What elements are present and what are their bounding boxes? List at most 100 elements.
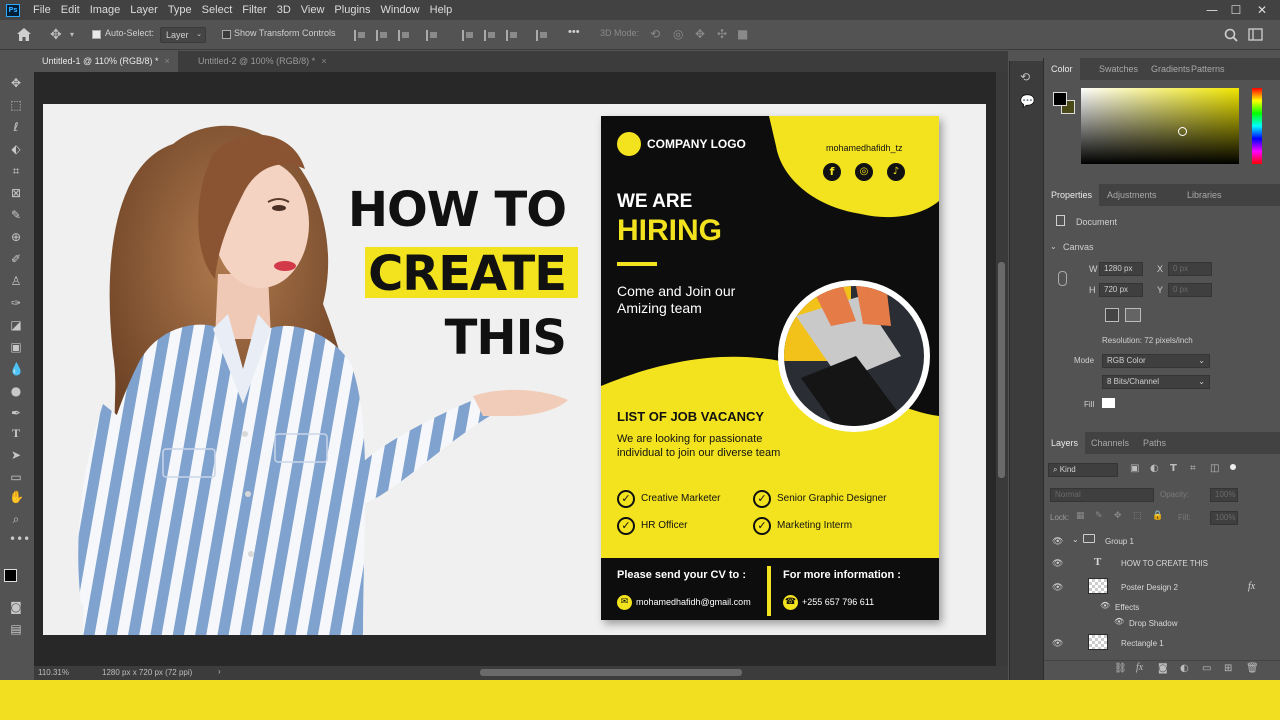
menu-select[interactable]: Select: [197, 4, 238, 16]
tab-layers[interactable]: Layers: [1044, 432, 1086, 454]
collapse-icon[interactable]: ⌄: [1050, 242, 1057, 251]
lock-pixels-icon[interactable]: ✎: [1095, 512, 1103, 521]
blur-tool-icon[interactable]: 💧: [9, 362, 24, 376]
object-select-tool-icon[interactable]: ⬖: [9, 142, 23, 156]
home-icon[interactable]: [16, 27, 32, 42]
type-filter-icon[interactable]: T: [1170, 464, 1177, 474]
3d-slide-icon[interactable]: ✣: [717, 28, 727, 40]
fill-swatch[interactable]: [1102, 398, 1115, 408]
lock-all-icon[interactable]: 🔒: [1152, 512, 1163, 521]
history-brush-icon[interactable]: ✑: [9, 296, 23, 310]
tab-untitled-1[interactable]: Untitled-1 @ 110% (RGB/8) * ×: [34, 51, 178, 72]
shape-filter-icon[interactable]: ⌗: [1190, 464, 1196, 474]
layer-filter-select[interactable]: ⌕ Kind: [1048, 463, 1118, 477]
color-picker-handle[interactable]: [1178, 127, 1187, 136]
effects-eye-icon[interactable]: 👁: [1100, 601, 1110, 610]
filter-toggle-icon[interactable]: [1230, 464, 1236, 470]
tab-paths[interactable]: Paths: [1136, 432, 1173, 454]
chevron-down-icon[interactable]: ⌄: [1072, 535, 1079, 544]
maximize-button[interactable]: ☐: [1222, 0, 1250, 20]
new-group-icon[interactable]: ▭: [1202, 664, 1211, 674]
3d-orbit-icon[interactable]: ⟲: [650, 28, 660, 40]
chevron-down-icon[interactable]: ▾: [70, 31, 74, 39]
frame-tool-icon[interactable]: ⊠: [9, 186, 23, 200]
pixel-filter-icon[interactable]: ▣: [1130, 464, 1139, 474]
menu-layer[interactable]: Layer: [125, 4, 163, 16]
facebook-icon[interactable]: f: [823, 163, 841, 181]
align-middle-icon[interactable]: [484, 30, 496, 41]
x-field[interactable]: 0 px: [1168, 262, 1212, 276]
move-tool-icon[interactable]: ✥: [9, 76, 23, 90]
hiring-poster[interactable]: COMPANY LOGO mohamedhafidh_tz f ◎ ♪ WE A…: [601, 116, 939, 620]
menu-help[interactable]: Help: [425, 4, 458, 16]
zoom-tool-icon[interactable]: ⌕: [9, 512, 23, 526]
add-style-icon[interactable]: fx: [1136, 663, 1143, 673]
tab-properties[interactable]: Properties: [1044, 184, 1100, 206]
horizontal-scroll-thumb[interactable]: [480, 669, 742, 676]
adjustment-filter-icon[interactable]: ◐: [1150, 464, 1159, 474]
close-icon[interactable]: ×: [165, 56, 170, 66]
foreground-color-swatch[interactable]: [1053, 92, 1067, 106]
tab-channels[interactable]: Channels: [1084, 432, 1136, 454]
transform-controls-checkbox[interactable]: [222, 30, 231, 39]
visibility-eye-icon[interactable]: 👁: [1052, 558, 1063, 568]
hand-tool-icon[interactable]: ✋: [9, 490, 24, 504]
path-select-tool-icon[interactable]: ➤: [9, 448, 23, 462]
3d-roll-icon[interactable]: ◎: [673, 28, 683, 40]
eyedropper-tool-icon[interactable]: ✎: [9, 208, 23, 222]
menu-image[interactable]: Image: [85, 4, 126, 16]
smart-object-filter-icon[interactable]: ◫: [1210, 464, 1219, 474]
tab-swatches[interactable]: Swatches: [1092, 58, 1145, 80]
dodge-tool-icon[interactable]: ●: [9, 384, 23, 398]
edit-toolbar-icon[interactable]: •••: [9, 532, 30, 546]
portrait-orientation-icon[interactable]: [1105, 308, 1119, 322]
menu-edit[interactable]: Edit: [56, 4, 85, 16]
stamp-tool-icon[interactable]: ♙: [9, 274, 23, 288]
height-field[interactable]: 720 px: [1099, 283, 1143, 297]
foreground-color-swatch[interactable]: [4, 569, 17, 582]
align-left-icon[interactable]: [354, 30, 366, 41]
workspace-icon[interactable]: [1248, 28, 1263, 41]
layer-rectangle-1[interactable]: 👁 Rectangle 1: [1044, 632, 1269, 654]
auto-select-checkbox[interactable]: [92, 30, 101, 39]
color-field[interactable]: [1081, 88, 1239, 164]
layer-text[interactable]: 👁 T HOW TO CREATE THIS: [1044, 552, 1269, 574]
status-arrow-icon[interactable]: ›: [218, 667, 221, 676]
add-mask-icon[interactable]: ◙: [1158, 664, 1168, 674]
align-bottom-icon[interactable]: [506, 30, 518, 41]
link-icon[interactable]: [1058, 271, 1067, 286]
link-layers-icon[interactable]: ⛓: [1114, 664, 1127, 674]
more-options-icon[interactable]: •••: [568, 26, 580, 38]
type-tool-icon[interactable]: T: [9, 426, 23, 440]
width-field[interactable]: 1280 px: [1099, 262, 1143, 276]
lock-transparency-icon[interactable]: ▦: [1076, 512, 1085, 521]
comments-icon[interactable]: 💬: [1020, 95, 1035, 107]
effect-eye-icon[interactable]: 👁: [1114, 617, 1124, 626]
tab-libraries[interactable]: Libraries: [1180, 184, 1229, 206]
color-mode-select[interactable]: RGB Color ⌄: [1102, 354, 1210, 368]
tab-patterns[interactable]: Patterns: [1184, 58, 1232, 80]
close-icon[interactable]: ×: [321, 56, 326, 66]
pen-tool-icon[interactable]: ✒: [9, 406, 23, 420]
menu-file[interactable]: File: [28, 4, 56, 16]
close-window-button[interactable]: ✕: [1248, 0, 1276, 20]
vertical-scroll-thumb[interactable]: [998, 262, 1005, 478]
fill-opacity-field[interactable]: 100%: [1210, 511, 1238, 525]
zoom-level[interactable]: 110.31%: [38, 668, 69, 677]
visibility-eye-icon[interactable]: 👁: [1052, 638, 1063, 648]
tiktok-icon[interactable]: ♪: [887, 163, 905, 181]
tab-color[interactable]: Color: [1044, 58, 1080, 80]
rectangle-tool-icon[interactable]: ▭: [9, 470, 23, 484]
3d-camera-icon[interactable]: ■: [737, 28, 748, 40]
layer-poster-design[interactable]: 👁 Poster Design 2 fx: [1044, 576, 1269, 598]
eraser-tool-icon[interactable]: ◪: [9, 318, 23, 332]
lock-artboard-icon[interactable]: ⬚: [1133, 512, 1142, 521]
landscape-orientation-icon[interactable]: [1125, 308, 1141, 322]
search-icon[interactable]: [1224, 28, 1238, 42]
adjustment-layer-icon[interactable]: ◐: [1180, 664, 1189, 674]
screen-mode-icon[interactable]: ▤: [9, 622, 23, 636]
move-tool-icon[interactable]: ✥: [50, 28, 62, 42]
menu-view[interactable]: View: [296, 4, 330, 16]
crop-tool-icon[interactable]: ⌗: [9, 164, 23, 178]
blend-mode-select[interactable]: Normal: [1050, 488, 1154, 502]
